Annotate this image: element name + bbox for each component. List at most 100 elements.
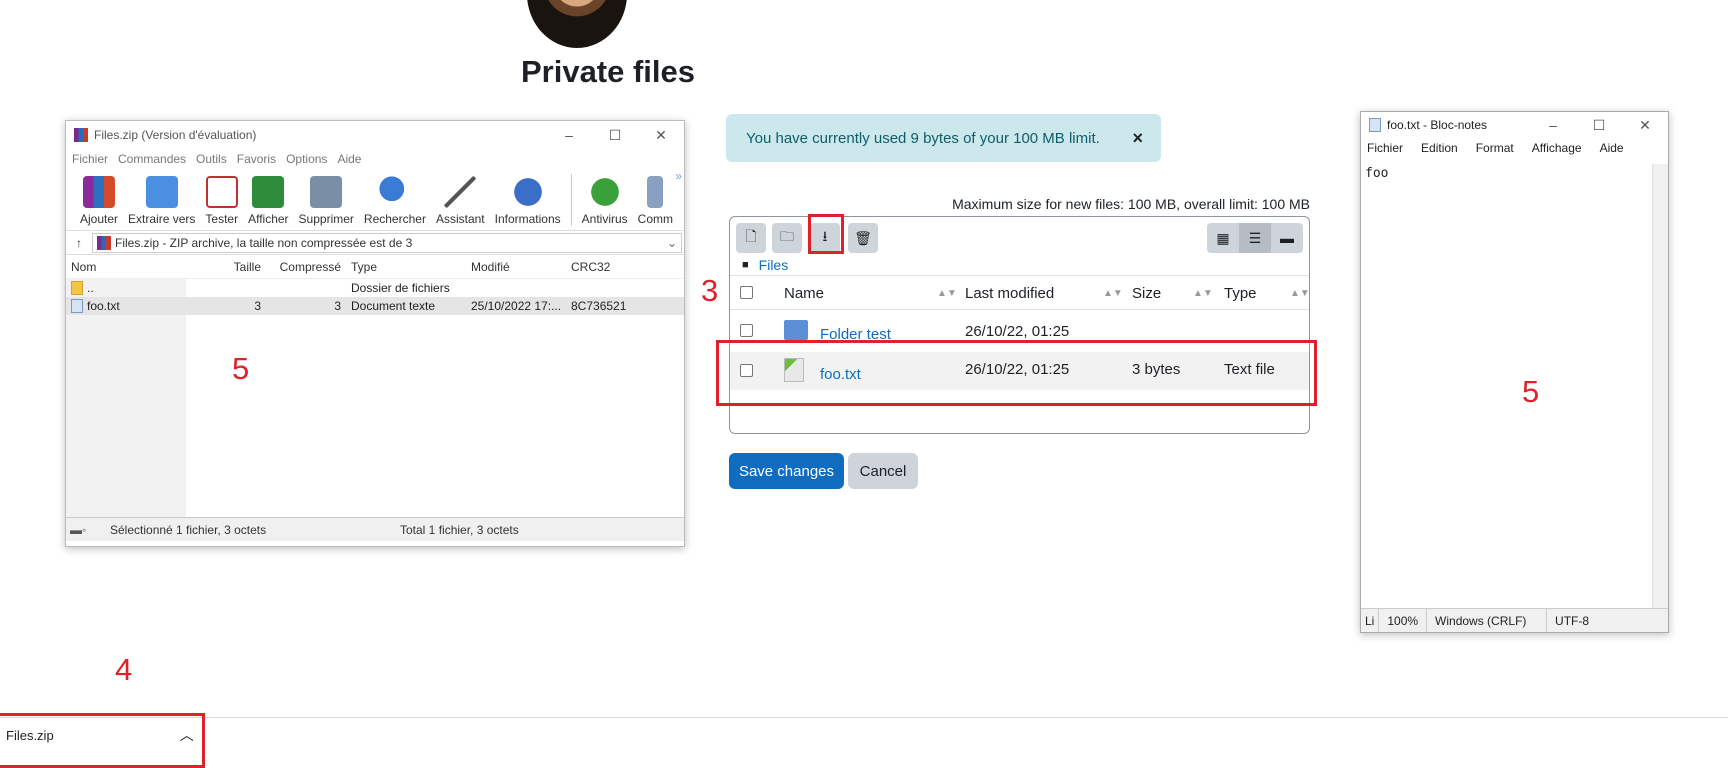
menu-fichier[interactable]: Fichier <box>1367 141 1403 155</box>
menu-commandes[interactable]: Commandes <box>118 152 186 166</box>
menu-affichage[interactable]: Affichage <box>1532 141 1582 155</box>
tool-ajouter[interactable]: Ajouter <box>76 176 122 230</box>
col-taille[interactable]: Taille <box>186 260 266 274</box>
comment-icon <box>647 176 664 208</box>
tool-label: Afficher <box>248 212 289 226</box>
up-arrow-icon[interactable]: ↑ <box>76 236 82 250</box>
notepad-app-icon <box>1369 118 1381 132</box>
close-button[interactable]: ✕ <box>1622 117 1668 134</box>
minimize-button[interactable]: – <box>1530 117 1576 134</box>
folder-extract-icon <box>145 176 178 208</box>
tree-view-icon[interactable]: ▬ <box>1271 223 1303 253</box>
tool-extraire[interactable]: Extraire vers <box>124 176 199 230</box>
create-folder-button[interactable]: 🗀 <box>772 223 802 253</box>
maximize-button[interactable]: ☐ <box>1576 117 1622 134</box>
tool-afficher[interactable]: Afficher <box>244 176 292 230</box>
winrar-window: Files.zip (Version d'évaluation) – ☐ ✕ F… <box>65 120 685 547</box>
tool-label: Rechercher <box>363 212 426 226</box>
maximize-button[interactable]: ☐ <box>592 127 638 144</box>
grid-view-icon[interactable]: ▦ <box>1207 223 1239 253</box>
col-modifie[interactable]: Modifié <box>466 260 566 274</box>
tool-label: Tester <box>205 212 239 226</box>
list-item[interactable]: foo.txt 3 3 Document texte 25/10/2022 17… <box>66 297 684 315</box>
menu-edition[interactable]: Edition <box>1421 141 1458 155</box>
view-switcher: ▦ ☰ ▬ <box>1207 223 1303 253</box>
col-nom[interactable]: Nom <box>66 260 186 274</box>
archive-path-text: Files.zip - ZIP archive, la taille non c… <box>115 235 413 250</box>
winrar-app-icon <box>74 128 88 142</box>
tool-label: Supprimer <box>298 212 354 226</box>
folder-icon: 🗀 <box>780 228 794 244</box>
winrar-file-list: Nom Taille Compressé Type Modifié CRC32 … <box>66 255 684 517</box>
archive-path-field[interactable]: Files.zip - ZIP archive, la taille non c… <box>92 232 682 253</box>
tool-label: Comm <box>637 212 674 226</box>
col-crc32[interactable]: CRC32 <box>566 260 636 274</box>
col-compresse[interactable]: Compressé <box>266 260 346 274</box>
notepad-scrollbar[interactable] <box>1652 164 1668 608</box>
winrar-list-header: Nom Taille Compressé Type Modifié CRC32 <box>66 255 684 279</box>
tool-assistant[interactable]: Assistant <box>432 176 489 230</box>
col-type[interactable]: Type <box>1224 285 1257 302</box>
text-file-icon <box>71 299 83 313</box>
col-type[interactable]: Type <box>346 260 466 274</box>
tool-tester[interactable]: Tester <box>201 176 242 230</box>
file-size: 3 <box>254 299 261 313</box>
list-view-icon[interactable]: ☰ <box>1239 223 1271 253</box>
bug-icon <box>588 176 621 208</box>
select-all-checkbox[interactable] <box>740 286 753 299</box>
tool-informations[interactable]: Informations <box>491 176 565 230</box>
delete-button[interactable]: 🗑 <box>848 223 878 253</box>
winrar-toolbar: Ajouter Extraire vers Tester Afficher Su… <box>66 169 684 231</box>
col-name[interactable]: Name <box>784 285 824 302</box>
menu-format[interactable]: Format <box>1476 141 1514 155</box>
sort-icon[interactable]: ▲▼ <box>937 288 957 299</box>
status-selected: Sélectionné 1 fichier, 3 octets <box>110 522 267 537</box>
file-add-icon: 🗋 <box>745 228 757 244</box>
checklist-icon <box>205 176 238 208</box>
cancel-button[interactable]: Cancel <box>848 453 918 489</box>
minimize-button[interactable]: – <box>546 127 592 144</box>
tool-label: Assistant <box>435 212 485 226</box>
tool-supprimer[interactable]: Supprimer <box>295 176 358 230</box>
notepad-titlebar: foo.txt - Bloc-notes – ☐ ✕ <box>1361 112 1668 138</box>
status-encoding: UTF-8 <box>1555 613 1590 628</box>
winrar-address-bar: ↑ Files.zip - ZIP archive, la taille non… <box>66 231 684 255</box>
user-avatar <box>527 0 627 48</box>
books-icon <box>83 176 116 208</box>
trash-icon <box>310 176 343 208</box>
file-name: .. <box>87 281 94 295</box>
tool-label: Ajouter <box>80 212 119 226</box>
col-last-modified[interactable]: Last modified <box>965 285 1054 302</box>
breadcrumb-files[interactable]: Files <box>759 257 789 273</box>
status-line: Li <box>1361 609 1380 632</box>
chevron-down-icon[interactable]: ⌄ <box>667 236 677 250</box>
sort-icon[interactable]: ▲▼ <box>1290 288 1310 299</box>
list-item[interactable]: .. Dossier de fichiers <box>66 279 684 297</box>
file-type: Document texte <box>351 299 436 313</box>
tool-label: Antivirus <box>581 212 628 226</box>
menu-fichier[interactable]: Fichier <box>72 152 108 166</box>
notepad-text-area[interactable]: foo <box>1365 166 1388 181</box>
winrar-title: Files.zip (Version d'évaluation) <box>94 128 257 142</box>
toolbar-more-icon[interactable]: » <box>675 169 682 183</box>
folder-icon <box>784 320 808 340</box>
page-title: Private files <box>520 54 696 89</box>
close-icon[interactable]: × <box>1132 128 1143 149</box>
annotation-4: 4 <box>115 652 133 687</box>
tool-rechercher[interactable]: Rechercher <box>360 176 430 230</box>
tool-antivirus[interactable]: Antivirus <box>578 176 632 230</box>
tool-comm[interactable]: Comm <box>634 176 677 230</box>
row-checkbox[interactable] <box>740 324 753 337</box>
menu-options[interactable]: Options <box>286 152 327 166</box>
menu-aide[interactable]: Aide <box>1600 141 1624 155</box>
menu-outils[interactable]: Outils <box>196 152 227 166</box>
magnifier-icon <box>378 176 411 208</box>
menu-aide[interactable]: Aide <box>337 152 361 166</box>
close-button[interactable]: ✕ <box>638 127 684 144</box>
sort-icon[interactable]: ▲▼ <box>1103 288 1123 299</box>
col-size[interactable]: Size <box>1132 285 1161 302</box>
add-file-button[interactable]: 🗋 <box>736 223 766 253</box>
sort-icon[interactable]: ▲▼ <box>1193 288 1213 299</box>
menu-favoris[interactable]: Favoris <box>237 152 276 166</box>
save-changes-button[interactable]: Save changes <box>729 453 844 489</box>
